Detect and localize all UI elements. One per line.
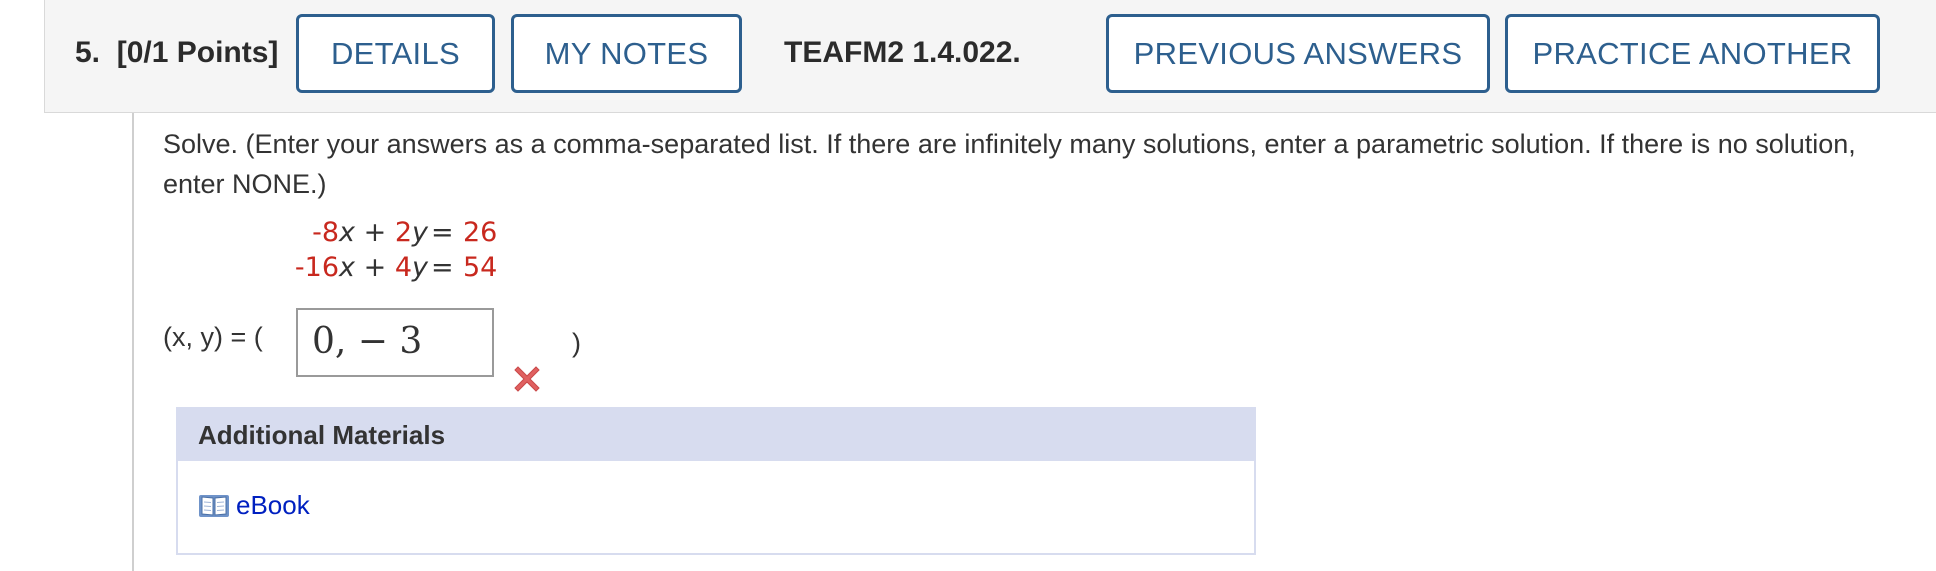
additional-materials-panel: Additional Materials eBook bbox=[176, 407, 1256, 555]
equation-x-coefficient: -8 bbox=[312, 217, 340, 248]
practice-another-button[interactable]: PRACTICE ANOTHER bbox=[1505, 14, 1880, 93]
equation-y-variable: y bbox=[412, 252, 428, 283]
question-number: 5. bbox=[75, 36, 101, 69]
additional-materials-title: Additional Materials bbox=[178, 409, 1254, 461]
ebook-link-row[interactable]: eBook bbox=[198, 490, 310, 521]
answer-input[interactable]: 0, − 3 bbox=[296, 308, 494, 377]
equation-rhs: 26 bbox=[463, 217, 498, 248]
answer-label: (x, y) = ( bbox=[163, 322, 263, 353]
book-icon bbox=[199, 494, 229, 517]
question-number-points: 5. [0/1 Points] bbox=[75, 36, 278, 70]
question-points: [0/1 Points] bbox=[116, 36, 279, 69]
question-left-rule bbox=[132, 113, 134, 571]
question-code: TEAFM2 1.4.022. bbox=[784, 36, 1021, 69]
equation-equals: = bbox=[431, 252, 454, 283]
equation-x-coefficient: -16 bbox=[294, 252, 340, 283]
equation-equals: = bbox=[431, 217, 454, 248]
equation-y-coefficient: 4 bbox=[394, 252, 413, 283]
answer-label-open: (x, y) = ( bbox=[163, 322, 263, 352]
ebook-link[interactable]: eBook bbox=[236, 490, 310, 521]
details-button[interactable]: DETAILS bbox=[296, 14, 495, 93]
equation-rhs: 54 bbox=[463, 252, 498, 283]
red-x-icon bbox=[514, 366, 540, 392]
previous-answers-button[interactable]: PREVIOUS ANSWERS bbox=[1106, 14, 1490, 93]
equation-operator: + bbox=[363, 217, 387, 248]
my-notes-button[interactable]: MY NOTES bbox=[511, 14, 742, 93]
equation-y-coefficient: 2 bbox=[394, 217, 413, 248]
equation-x-variable: x bbox=[339, 217, 356, 248]
equation-operator: + bbox=[363, 252, 387, 283]
question-prompt: Solve. (Enter your answers as a comma-se… bbox=[163, 129, 1856, 199]
equation-x-variable: x bbox=[339, 252, 356, 283]
answer-label-close: ) bbox=[572, 328, 581, 358]
equation-y-variable: y bbox=[412, 217, 428, 248]
